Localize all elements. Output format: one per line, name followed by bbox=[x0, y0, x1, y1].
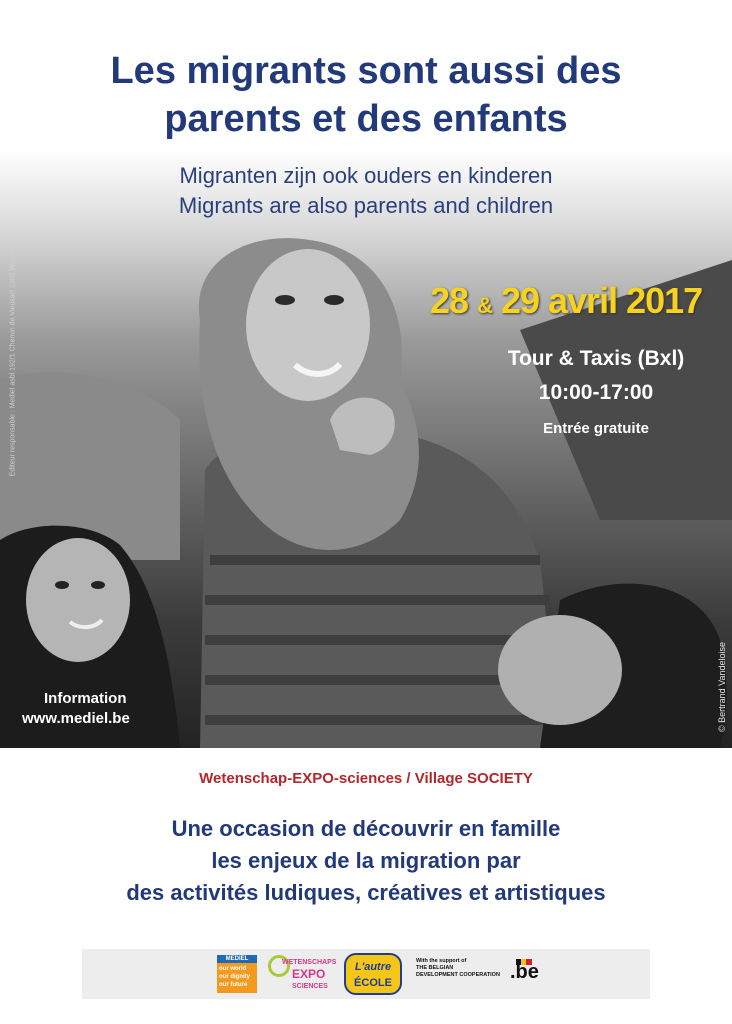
admission-note: Entrée gratuite bbox=[543, 420, 649, 437]
poster: Les migrants sont aussi des parents et d… bbox=[0, 0, 732, 1024]
belgian-cooperation-text: With the support of THE BELGIAN DEVELOPM… bbox=[416, 958, 508, 979]
be-mark: .be bbox=[510, 961, 539, 983]
title-line-1: Les migrants sont aussi des bbox=[110, 50, 622, 92]
subtitle-dutch: Migranten zijn ook ouders en kinderen bbox=[179, 163, 553, 188]
subtitle-english: Migrants are also parents and children bbox=[178, 193, 554, 218]
expo-sciences-logo: WETENSCHAPS EXPO SCIENCES bbox=[268, 953, 336, 995]
description-line-3: des activités ludiques, créatives et art… bbox=[126, 880, 606, 905]
support-line-2: THE BELGIAN bbox=[416, 965, 454, 971]
left-girl-face bbox=[26, 538, 130, 662]
support-line-1: With the support of bbox=[416, 958, 467, 964]
event-name: Wetenschap-EXPO-sciences / Village SOCIE… bbox=[199, 770, 533, 787]
expo-word-2: EXPO bbox=[292, 967, 326, 981]
mediel-tagline-2: our dignity bbox=[219, 974, 250, 980]
mediel-logo: MEDIEL our world our dignity our future bbox=[217, 955, 257, 993]
sponsor-logo-strip: MEDIEL our world our dignity our future … bbox=[82, 949, 650, 999]
mediel-tagline-3: our future bbox=[219, 982, 248, 988]
event-hours: 10:00-17:00 bbox=[538, 381, 654, 404]
date-day-1: 28 bbox=[430, 280, 469, 321]
event-venue: Tour & Taxis (Bxl) bbox=[507, 347, 685, 370]
photo-credit: © Bertrand Vandeloise bbox=[717, 641, 727, 733]
right-child-face bbox=[498, 615, 622, 725]
ecole-word-2: ÉCOLE bbox=[354, 977, 392, 989]
title-line-2: parents et des enfants bbox=[164, 98, 568, 140]
hero-photo: Les migrants sont aussi des parents et d… bbox=[0, 0, 732, 748]
description-line-1: Une occasion de découvrir en famille bbox=[171, 816, 561, 841]
main-girl-face bbox=[246, 249, 370, 401]
info-website-link[interactable]: www.mediel.be bbox=[22, 710, 130, 727]
expo-word-3: SCIENCES bbox=[292, 983, 328, 990]
belgium-be-logo: .be bbox=[504, 959, 539, 987]
event-date: 28 & 29 avril 2017 bbox=[430, 280, 730, 322]
publisher-credit: Editeur responsable : Mediel asbl 192/1 … bbox=[9, 250, 17, 477]
mediel-tagline-1: our world bbox=[219, 966, 247, 972]
date-day-2: 29 avril 2017 bbox=[500, 280, 703, 321]
autre-ecole-logo: L'autre ÉCOLE bbox=[344, 953, 402, 995]
support-line-3: DEVELOPMENT COOPERATION bbox=[416, 972, 500, 978]
ecole-word-1: L'autre bbox=[354, 961, 392, 973]
date-ampersand: & bbox=[477, 293, 493, 318]
mediel-logo-name: MEDIEL bbox=[217, 955, 257, 963]
description-line-2: les enjeux de la migration par bbox=[211, 848, 521, 873]
expo-word-1: WETENSCHAPS bbox=[282, 959, 337, 966]
info-label: Information bbox=[44, 690, 127, 707]
